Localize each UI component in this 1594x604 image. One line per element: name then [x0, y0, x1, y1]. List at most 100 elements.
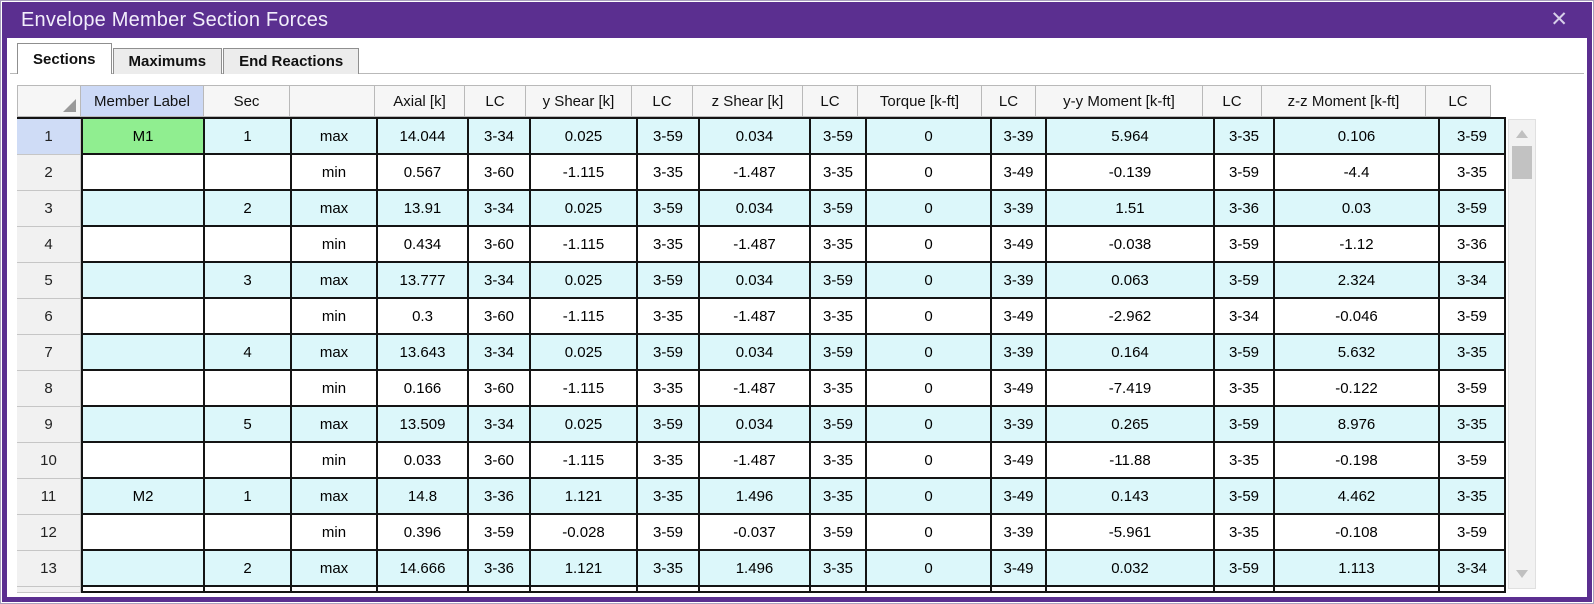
cell-lc-torque[interactable]: 3-49	[992, 443, 1047, 479]
row-number[interactable]: 9	[17, 407, 81, 443]
cell-axial[interactable]: 0.033	[378, 443, 469, 479]
cell-lc-z-shear[interactable]: 3-59	[811, 119, 867, 155]
cell-lc-y-shear[interactable]: 3-59	[638, 263, 700, 299]
cell-sec[interactable]: 4	[205, 335, 292, 371]
cell-axial[interactable]: 0.166	[378, 371, 469, 407]
cell-member-label[interactable]: M1	[81, 119, 205, 155]
cell-z-shear[interactable]: -1.487	[700, 227, 811, 263]
cell-y-shear[interactable]: 0.025	[531, 407, 638, 443]
cell-lc-torque[interactable]: 3-39	[992, 335, 1047, 371]
cell-axial[interactable]: 13.91	[378, 191, 469, 227]
cell-sec[interactable]: 3	[205, 263, 292, 299]
cell-lc-axial[interactable]: 3-60	[469, 371, 531, 407]
column-header-lc[interactable]: LC	[464, 85, 526, 117]
tab-maximums[interactable]: Maximums	[113, 48, 223, 74]
cell-lc-axial[interactable]: 3-36	[469, 479, 531, 515]
column-header-lc[interactable]: LC	[981, 85, 1036, 117]
cell-bound[interactable]	[292, 587, 378, 593]
cell-z-shear[interactable]	[700, 587, 811, 593]
cell-yy-moment[interactable]: 0.032	[1047, 551, 1215, 587]
cell-lc-zz-moment[interactable]: 3-59	[1440, 443, 1506, 479]
cell-z-shear[interactable]: 0.034	[700, 335, 811, 371]
cell-lc-axial[interactable]: 3-34	[469, 119, 531, 155]
cell-lc-yy-moment[interactable]: 3-59	[1215, 407, 1275, 443]
cell-sec[interactable]	[205, 515, 292, 551]
cell-lc-yy-moment[interactable]: 3-34	[1215, 299, 1275, 335]
cell-lc-zz-moment[interactable]: 3-59	[1440, 299, 1506, 335]
cell-zz-moment[interactable]: -0.108	[1275, 515, 1440, 551]
cell-lc-y-shear[interactable]: 3-35	[638, 227, 700, 263]
cell-lc-y-shear[interactable]: 3-35	[638, 443, 700, 479]
cell-yy-moment[interactable]: -7.419	[1047, 371, 1215, 407]
column-header-axial-k[interactable]: Axial [k]	[374, 85, 465, 117]
column-header-lc[interactable]: LC	[1202, 85, 1262, 117]
cell-torque[interactable]: 0	[867, 191, 992, 227]
cell-zz-moment[interactable]: -0.046	[1275, 299, 1440, 335]
cell-sec[interactable]: 2	[205, 191, 292, 227]
column-header-z-z-moment-k-ft[interactable]: z-z Moment [k-ft]	[1261, 85, 1426, 117]
cell-z-shear[interactable]: 0.034	[700, 263, 811, 299]
cell-lc-yy-moment[interactable]: 3-35	[1215, 119, 1275, 155]
cell-lc-y-shear[interactable]: 3-59	[638, 191, 700, 227]
cell-sec[interactable]: 5	[205, 407, 292, 443]
cell-yy-moment[interactable]: -0.139	[1047, 155, 1215, 191]
cell-lc-zz-moment[interactable]: 3-59	[1440, 191, 1506, 227]
cell-zz-moment[interactable]: 0.106	[1275, 119, 1440, 155]
cell-axial[interactable]: 14.8	[378, 479, 469, 515]
cell-torque[interactable]: 0	[867, 551, 992, 587]
cell-lc-y-shear[interactable]: 3-59	[638, 407, 700, 443]
cell-member-label[interactable]	[81, 299, 205, 335]
cell-lc-yy-moment[interactable]: 3-36	[1215, 191, 1275, 227]
cell-lc-z-shear[interactable]: 3-35	[811, 227, 867, 263]
cell-lc-axial[interactable]: 3-34	[469, 407, 531, 443]
scroll-up-icon[interactable]	[1516, 130, 1528, 138]
cell-bound[interactable]: max	[292, 335, 378, 371]
cell-bound[interactable]: min	[292, 371, 378, 407]
cell-member-label[interactable]	[81, 335, 205, 371]
cell-lc-yy-moment[interactable]: 3-35	[1215, 515, 1275, 551]
cell-bound[interactable]: max	[292, 263, 378, 299]
cell-lc-z-shear[interactable]: 3-35	[811, 479, 867, 515]
cell-lc-zz-moment[interactable]: 3-34	[1440, 551, 1506, 587]
row-number[interactable]: 2	[17, 155, 81, 191]
cell-zz-moment[interactable]: -0.198	[1275, 443, 1440, 479]
cell-lc-z-shear[interactable]: 3-59	[811, 515, 867, 551]
row-number[interactable]: 11	[17, 479, 81, 515]
cell-bound[interactable]: min	[292, 515, 378, 551]
cell-torque[interactable]: 0	[867, 515, 992, 551]
cell-y-shear[interactable]: 0.025	[531, 335, 638, 371]
tab-end-reactions[interactable]: End Reactions	[223, 48, 359, 74]
cell-lc-torque[interactable]: 3-39	[992, 515, 1047, 551]
cell-sec[interactable]	[205, 587, 292, 593]
row-number[interactable]: 7	[17, 335, 81, 371]
cell-lc-y-shear[interactable]	[638, 587, 700, 593]
cell-axial[interactable]: 0.567	[378, 155, 469, 191]
cell-lc-axial[interactable]: 3-36	[469, 551, 531, 587]
column-header-bound[interactable]	[289, 85, 375, 117]
cell-lc-zz-moment[interactable]: 3-35	[1440, 479, 1506, 515]
cell-axial[interactable]: 13.777	[378, 263, 469, 299]
cell-yy-moment[interactable]: -11.88	[1047, 443, 1215, 479]
cell-z-shear[interactable]: -1.487	[700, 371, 811, 407]
row-number[interactable]: 3	[17, 191, 81, 227]
cell-lc-z-shear[interactable]: 3-59	[811, 263, 867, 299]
cell-sec[interactable]: 1	[205, 479, 292, 515]
cell-z-shear[interactable]: 0.034	[700, 191, 811, 227]
column-header-lc[interactable]: LC	[802, 85, 858, 117]
cell-yy-moment[interactable]: 0.265	[1047, 407, 1215, 443]
cell-y-shear[interactable]: -1.115	[531, 155, 638, 191]
cell-zz-moment[interactable]: 5.632	[1275, 335, 1440, 371]
cell-zz-moment[interactable]: -4.4	[1275, 155, 1440, 191]
cell-lc-zz-moment[interactable]	[1440, 587, 1506, 593]
cell-axial[interactable]: 13.643	[378, 335, 469, 371]
cell-axial[interactable]	[378, 587, 469, 593]
cell-axial[interactable]: 14.044	[378, 119, 469, 155]
cell-z-shear[interactable]: -1.487	[700, 299, 811, 335]
cell-zz-moment[interactable]: -1.12	[1275, 227, 1440, 263]
cell-y-shear[interactable]: -1.115	[531, 371, 638, 407]
cell-lc-zz-moment[interactable]: 3-59	[1440, 371, 1506, 407]
cell-bound[interactable]: min	[292, 227, 378, 263]
cell-member-label[interactable]	[81, 191, 205, 227]
cell-yy-moment[interactable]: 0.063	[1047, 263, 1215, 299]
cell-y-shear[interactable]: -0.028	[531, 515, 638, 551]
